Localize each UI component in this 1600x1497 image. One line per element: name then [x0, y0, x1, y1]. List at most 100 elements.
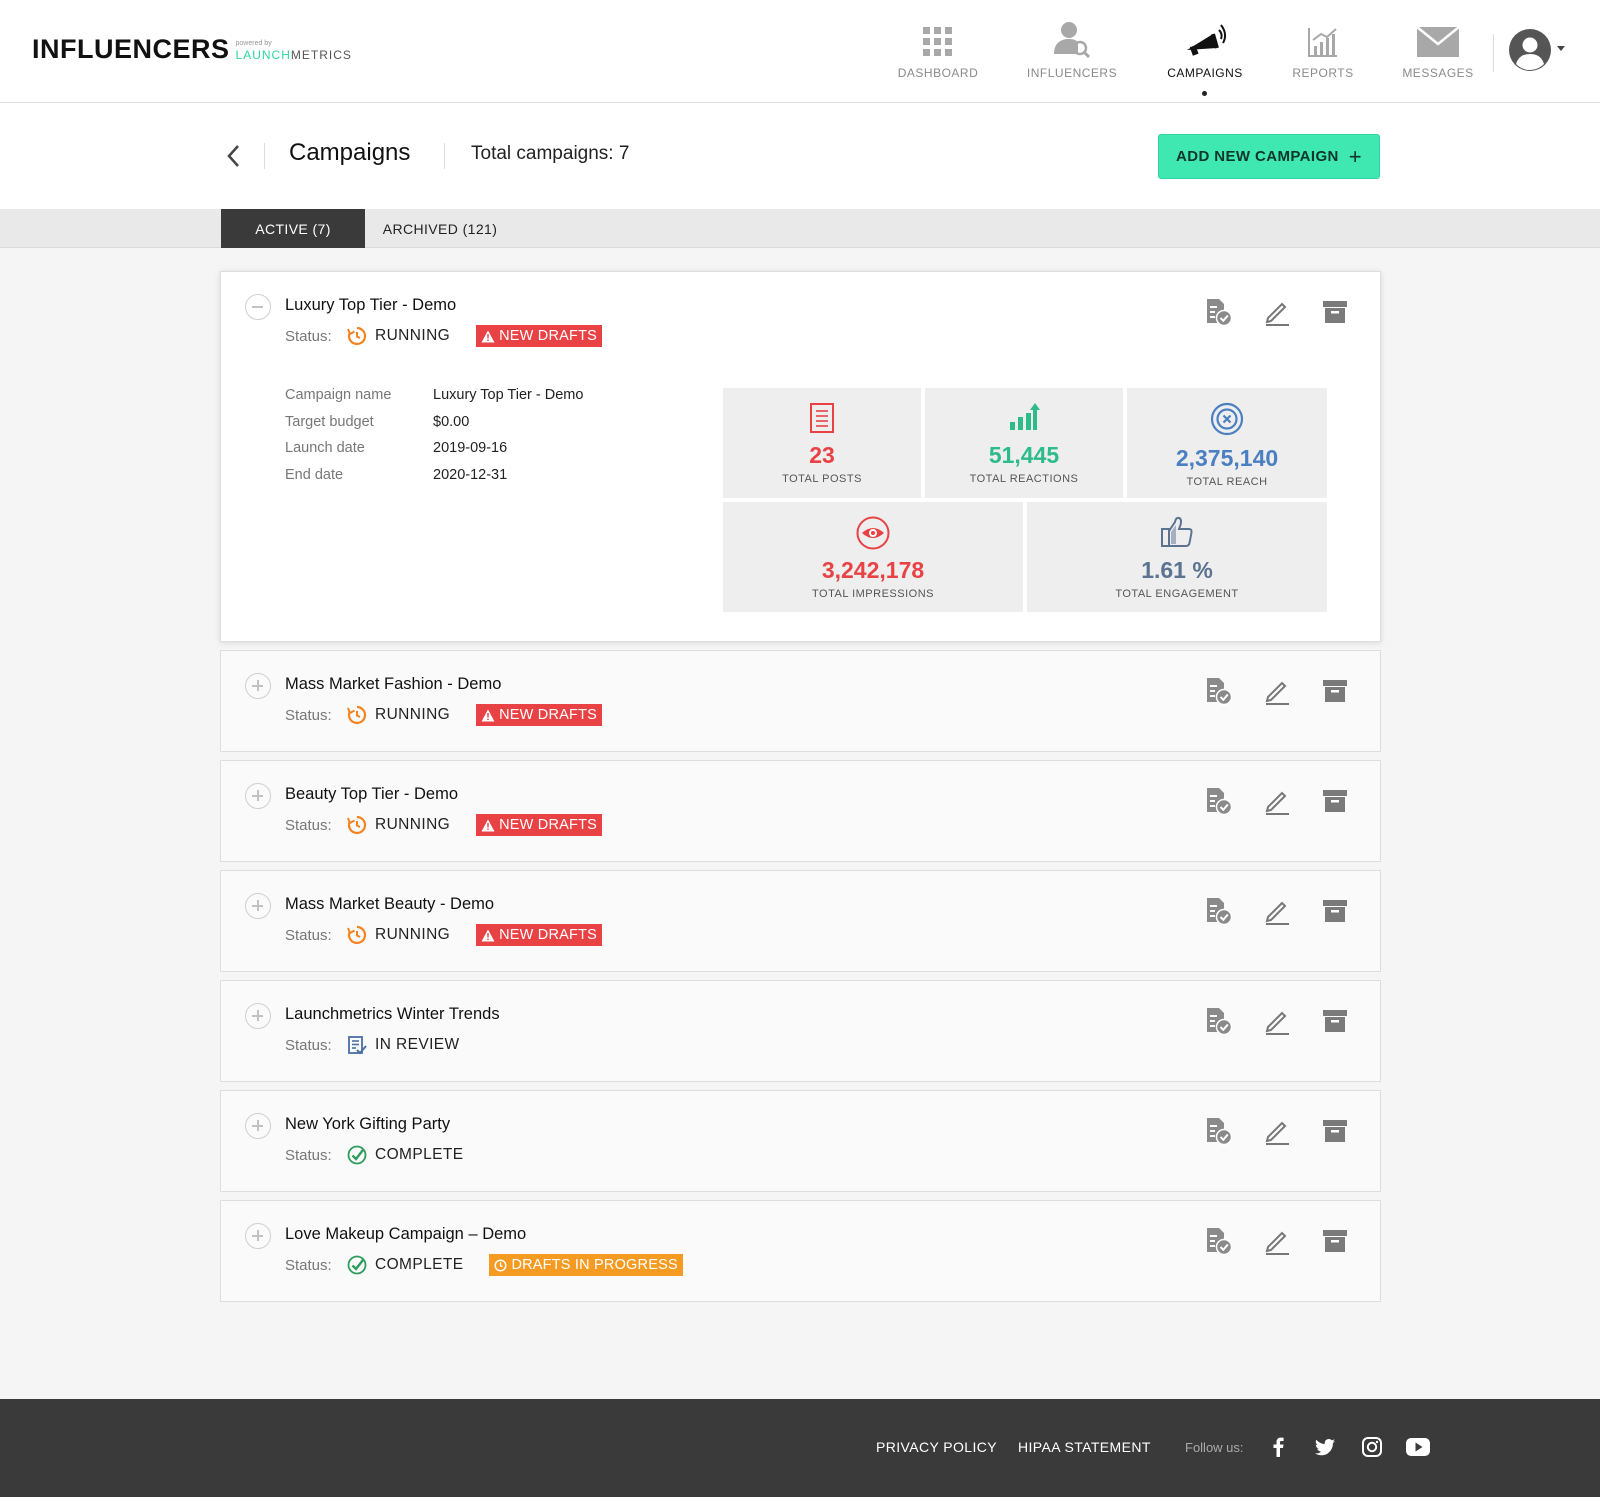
campaign-name[interactable]: Luxury Top Tier - Demo: [285, 296, 456, 315]
view-report-button[interactable]: [1190, 1225, 1248, 1257]
top-bar: INFLUENCERS powered by LAUNCHMETRICS DAS…: [0, 0, 1600, 103]
archive-button[interactable]: [1306, 1225, 1364, 1257]
warning-icon: [481, 330, 495, 342]
campaign-name[interactable]: Mass Market Fashion - Demo: [285, 675, 501, 694]
twitter-icon[interactable]: [1312, 1434, 1338, 1460]
stat-label: TOTAL ENGAGEMENT: [1115, 588, 1239, 600]
status-row: Status: RUNNING NEW DRAFTS: [285, 703, 602, 727]
edit-button[interactable]: [1248, 1005, 1306, 1037]
logo[interactable]: INFLUENCERS powered by LAUNCHMETRICS: [32, 36, 352, 63]
partner-brand-suffix: METRICS: [290, 48, 352, 62]
drafts-in-progress-badge[interactable]: DRAFTS IN PROGRESS: [489, 1254, 683, 1276]
add-campaign-button[interactable]: ADD NEW CAMPAIGN +: [1158, 134, 1380, 179]
collapse-toggle-icon[interactable]: [245, 294, 271, 320]
new-drafts-badge[interactable]: NEW DRAFTS: [476, 704, 602, 726]
detail-row: Launch date 2019-09-16: [285, 440, 583, 467]
view-report-button[interactable]: [1190, 785, 1248, 817]
expand-toggle-icon[interactable]: [245, 673, 271, 699]
detail-label: Launch date: [285, 440, 365, 456]
new-drafts-badge[interactable]: NEW DRAFTS: [476, 325, 602, 347]
detail-value: 2019-09-16: [433, 440, 508, 456]
edit-button[interactable]: [1248, 1115, 1306, 1147]
expand-toggle-icon[interactable]: [245, 1223, 271, 1249]
status-label: Status:: [285, 816, 332, 834]
card-actions: [1190, 1115, 1364, 1147]
instagram-icon[interactable]: [1359, 1434, 1385, 1460]
user-avatar-icon[interactable]: [1508, 28, 1552, 72]
campaign-card: Love Makeup Campaign – Demo Status: COMP…: [220, 1200, 1381, 1302]
edit-button[interactable]: [1248, 895, 1306, 927]
clock-icon: [494, 1258, 508, 1272]
report-check-icon: [1205, 1116, 1233, 1146]
view-report-button[interactable]: [1190, 895, 1248, 927]
back-chevron-icon[interactable]: [222, 141, 246, 171]
status-label: Status:: [285, 1256, 332, 1274]
campaign-name[interactable]: Beauty Top Tier - Demo: [285, 785, 458, 804]
grid-icon: [878, 18, 998, 58]
campaign-name[interactable]: New York Gifting Party: [285, 1115, 450, 1134]
pencil-icon: [1263, 897, 1291, 925]
stat-value: 23: [809, 442, 835, 468]
new-drafts-badge[interactable]: NEW DRAFTS: [476, 814, 602, 836]
view-report-button[interactable]: [1190, 1005, 1248, 1037]
warning-icon: [481, 709, 495, 721]
edit-button[interactable]: [1248, 296, 1306, 328]
warning-icon: [481, 819, 495, 831]
nav-label: CAMPAIGNS: [1167, 66, 1243, 80]
expand-toggle-icon[interactable]: [245, 1113, 271, 1139]
status-row: Status: RUNNING NEW DRAFTS: [285, 324, 602, 348]
youtube-icon[interactable]: [1405, 1434, 1431, 1460]
archive-button[interactable]: [1306, 1115, 1364, 1147]
edit-button[interactable]: [1248, 785, 1306, 817]
view-report-button[interactable]: [1190, 1115, 1248, 1147]
edit-button[interactable]: [1248, 675, 1306, 707]
archive-button[interactable]: [1306, 895, 1364, 927]
facebook-icon[interactable]: [1265, 1434, 1291, 1460]
caret-down-icon[interactable]: [1557, 46, 1565, 51]
bar-chart-icon: [1263, 18, 1383, 58]
status-text: RUNNING: [375, 816, 451, 833]
view-report-button[interactable]: [1190, 296, 1248, 328]
trend-up-icon: [925, 400, 1123, 432]
pencil-icon: [1263, 1117, 1291, 1145]
archive-button[interactable]: [1306, 296, 1364, 328]
archive-button[interactable]: [1306, 675, 1364, 707]
plus-icon: +: [1348, 143, 1363, 169]
edit-button[interactable]: [1248, 1225, 1306, 1257]
campaign-name[interactable]: Launchmetrics Winter Trends: [285, 1005, 500, 1024]
nav-influencers[interactable]: INFLUENCERS: [1012, 18, 1132, 80]
status-text: RUNNING: [375, 327, 451, 344]
clock-refresh-icon: [347, 925, 367, 945]
tab-archived[interactable]: ARCHIVED (121): [365, 209, 515, 248]
page-title: Campaigns: [289, 139, 411, 166]
badge-text: NEW DRAFTS: [499, 707, 597, 723]
expand-toggle-icon[interactable]: [245, 893, 271, 919]
logo-text: INFLUENCERS: [32, 34, 230, 64]
privacy-policy-link[interactable]: PRIVACY POLICY: [876, 1439, 997, 1455]
campaign-name[interactable]: Mass Market Beauty - Demo: [285, 895, 494, 914]
view-report-button[interactable]: [1190, 675, 1248, 707]
card-actions: [1190, 895, 1364, 927]
campaign-name[interactable]: Love Makeup Campaign – Demo: [285, 1225, 526, 1244]
expand-toggle-icon[interactable]: [245, 783, 271, 809]
nav-reports[interactable]: REPORTS: [1263, 18, 1383, 80]
detail-label: Campaign name: [285, 387, 392, 403]
tab-active[interactable]: ACTIVE (7): [221, 209, 365, 248]
expand-toggle-icon[interactable]: [245, 1003, 271, 1029]
campaign-card: Beauty Top Tier - Demo Status: RUNNING N…: [220, 760, 1381, 862]
active-indicator: [1202, 91, 1207, 96]
stat-label: TOTAL REACTIONS: [969, 473, 1079, 485]
archive-button[interactable]: [1306, 1005, 1364, 1037]
new-drafts-badge[interactable]: NEW DRAFTS: [476, 924, 602, 946]
status-label: Status:: [285, 926, 332, 944]
card-actions: [1190, 785, 1364, 817]
campaign-card: Mass Market Fashion - Demo Status: RUNNI…: [220, 650, 1381, 752]
archive-button[interactable]: [1306, 785, 1364, 817]
pencil-icon: [1263, 1227, 1291, 1255]
hipaa-statement-link[interactable]: HIPAA STATEMENT: [1018, 1439, 1151, 1455]
stat-tile: 1.61 % TOTAL ENGAGEMENT: [1027, 502, 1327, 612]
nav-messages[interactable]: MESSAGES: [1378, 18, 1498, 80]
nav-campaigns[interactable]: CAMPAIGNS: [1145, 18, 1265, 80]
stat-value: 3,242,178: [821, 557, 925, 583]
nav-dashboard[interactable]: DASHBOARD: [878, 18, 998, 80]
